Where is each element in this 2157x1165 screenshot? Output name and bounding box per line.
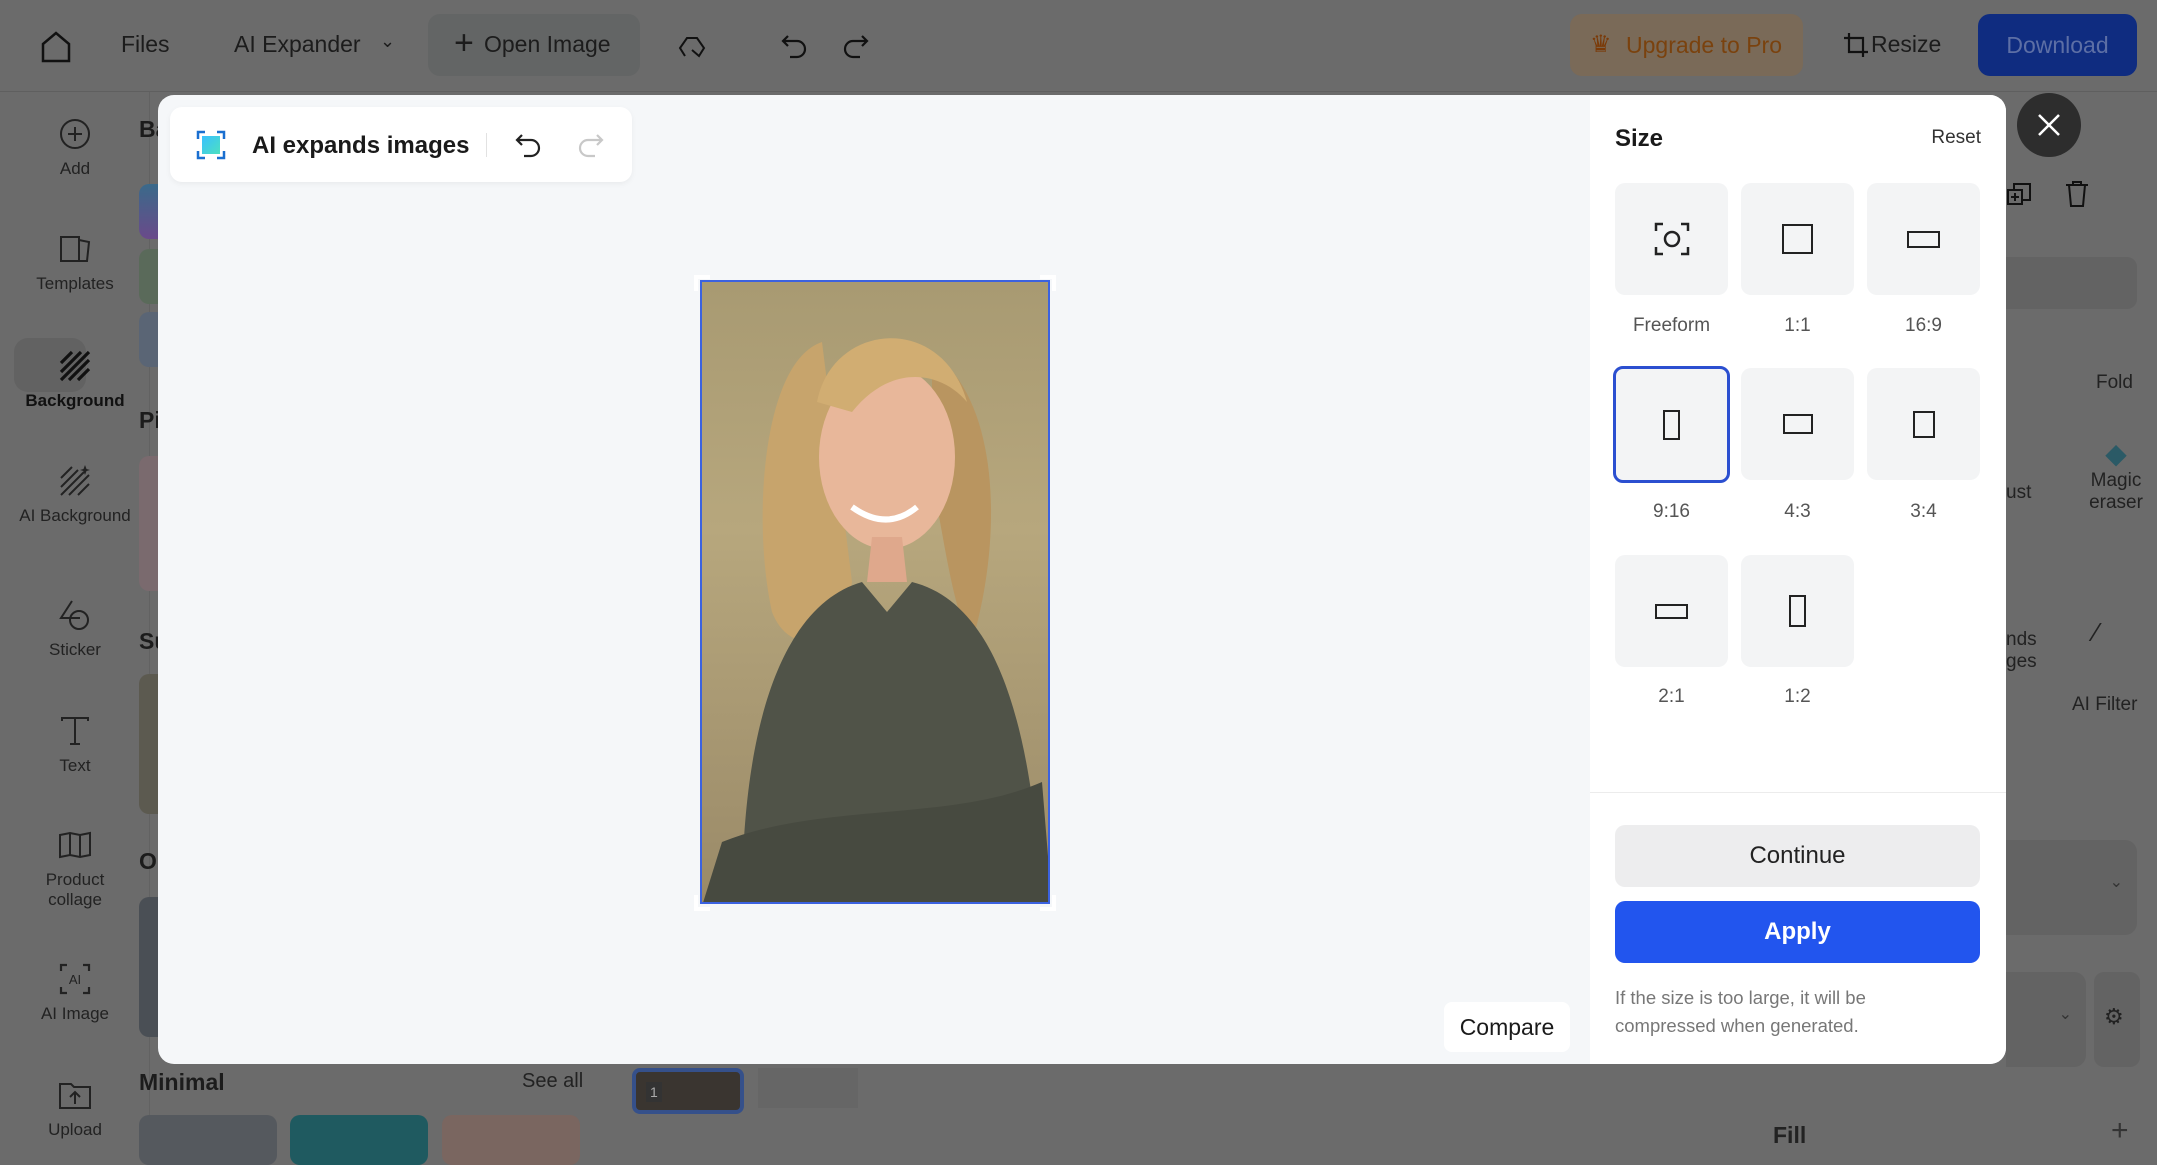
resize-handle-bottom-right[interactable] bbox=[1040, 895, 1056, 911]
fill-heading: Fill bbox=[1773, 1122, 1807, 1148]
ratio-3-4-icon bbox=[1912, 410, 1935, 438]
ratio-9-16-icon bbox=[1663, 409, 1680, 440]
ratio-4-3-icon bbox=[1782, 414, 1813, 434]
ai-expand-icon bbox=[196, 130, 226, 160]
thumbnail[interactable] bbox=[290, 1115, 428, 1165]
divider bbox=[1590, 792, 2006, 793]
size-note: If the size is too large, it will be com… bbox=[1615, 987, 1866, 1036]
ratio-1-1-icon bbox=[1782, 224, 1813, 254]
chevron-down-icon[interactable]: ⌄ bbox=[380, 31, 395, 52]
chevron-down-icon: ⌄ bbox=[2058, 1006, 2072, 1023]
ai-image-icon: AI bbox=[59, 963, 91, 995]
close-icon bbox=[2038, 114, 2060, 136]
home-icon[interactable] bbox=[40, 30, 72, 64]
svg-text:AI: AI bbox=[69, 972, 81, 987]
resize-handle-top-left[interactable] bbox=[694, 275, 710, 291]
text-icon bbox=[61, 717, 89, 745]
right-properties-panel: Fold ust ◆ Magic eraser nds ges ⁄ AI Fil… bbox=[1773, 92, 2157, 1149]
size-option-2-1[interactable] bbox=[1615, 555, 1728, 667]
size-heading: Size bbox=[1615, 125, 1664, 152]
sidebar-item-text[interactable]: Text bbox=[0, 714, 150, 776]
redo-icon[interactable] bbox=[842, 32, 870, 60]
templates-icon bbox=[60, 236, 91, 262]
sidebar-item-ai-background[interactable]: AI Background bbox=[0, 464, 150, 526]
size-option-1-2[interactable] bbox=[1741, 555, 1854, 667]
resize-button[interactable]: Resize bbox=[1843, 14, 1943, 76]
size-option-16-9[interactable] bbox=[1867, 183, 1980, 295]
add-page-placeholder[interactable] bbox=[758, 1068, 858, 1108]
page-thumbnail[interactable]: 1 bbox=[632, 1068, 744, 1114]
portrait-photo bbox=[703, 338, 1048, 902]
size-option-1-1[interactable] bbox=[1741, 183, 1854, 295]
modal-title: AI expands images bbox=[252, 132, 470, 159]
ai-expander-menu[interactable]: AI Expander bbox=[234, 31, 361, 58]
sidebar-item-product-collage[interactable]: Product collage bbox=[0, 828, 150, 910]
modal-header-card: AI expands images bbox=[170, 107, 632, 182]
resize-handle-bottom-left[interactable] bbox=[694, 895, 710, 911]
eraser-icon: ◆ bbox=[2105, 438, 2127, 469]
crown-icon: ♛ bbox=[1590, 31, 1612, 58]
sliders-icon: ⚙ bbox=[2104, 1004, 2124, 1029]
fold-button[interactable]: Fold bbox=[2096, 372, 2133, 394]
close-modal-button[interactable] bbox=[2017, 93, 2081, 157]
dropdown[interactable]: ⌄ bbox=[2006, 972, 2086, 1067]
ratio-2-1-icon bbox=[1655, 603, 1688, 619]
left-sidebar: Add Templates Background AI Background S… bbox=[0, 92, 150, 1149]
redo-icon[interactable] bbox=[577, 131, 605, 159]
open-image-button[interactable]: + Open Image bbox=[428, 14, 640, 76]
image-canvas[interactable] bbox=[700, 280, 1050, 904]
sidebar-item-templates[interactable]: Templates bbox=[0, 232, 150, 294]
chevron-down-icon: ⌄ bbox=[2109, 874, 2123, 891]
magic-wand-icon: ⁄ bbox=[2094, 617, 2099, 647]
sidebar-item-background[interactable]: Background bbox=[0, 349, 150, 411]
undo-icon[interactable] bbox=[514, 131, 542, 159]
see-all-link[interactable]: See all bbox=[522, 1070, 583, 1093]
freeform-icon bbox=[1654, 222, 1689, 256]
thumbnail[interactable] bbox=[139, 1115, 277, 1165]
undo-icon[interactable] bbox=[780, 32, 808, 60]
crop-icon bbox=[1844, 33, 1868, 57]
add-fill-icon[interactable]: + bbox=[2111, 1114, 2129, 1148]
sticker-icon bbox=[59, 600, 89, 630]
files-menu[interactable]: Files bbox=[121, 31, 170, 58]
ai-background-icon bbox=[60, 465, 90, 496]
sidebar-item-sticker[interactable]: Sticker bbox=[0, 598, 150, 660]
reset-button[interactable]: Reset bbox=[1931, 127, 1981, 149]
duplicate-icon[interactable] bbox=[2006, 182, 2032, 208]
sidebar-item-upload[interactable]: Upload bbox=[0, 1078, 150, 1140]
cloud-sync-icon[interactable] bbox=[677, 34, 707, 60]
plus-icon: + bbox=[454, 24, 474, 62]
size-option-9-16[interactable] bbox=[1613, 366, 1730, 483]
compare-button[interactable]: Compare bbox=[1444, 1002, 1570, 1052]
collage-icon bbox=[59, 831, 91, 859]
resize-handle-top-right[interactable] bbox=[1040, 275, 1056, 291]
size-option-4-3[interactable] bbox=[1741, 368, 1854, 480]
trash-icon[interactable] bbox=[2064, 180, 2090, 208]
plus-circle-icon bbox=[60, 119, 90, 149]
continue-button[interactable]: Continue bbox=[1615, 825, 1980, 887]
size-option-freeform[interactable] bbox=[1615, 183, 1728, 295]
background-icon bbox=[59, 350, 91, 382]
sidebar-item-add[interactable]: Add bbox=[0, 117, 150, 179]
upload-icon bbox=[59, 1083, 91, 1109]
sidebar-item-ai-image[interactable]: AI AI Image bbox=[0, 962, 150, 1024]
thumbnail[interactable] bbox=[442, 1115, 580, 1165]
top-toolbar: Files AI Expander ⌄ + Open Image ♛ Upgra… bbox=[0, 0, 2157, 92]
download-button[interactable]: Download bbox=[1978, 14, 2137, 76]
minimal-heading: Minimal bbox=[139, 1069, 225, 1095]
input-field[interactable] bbox=[2006, 257, 2137, 309]
apply-button[interactable]: Apply bbox=[1615, 901, 1980, 963]
upgrade-to-pro-button[interactable]: ♛ Upgrade to Pro bbox=[1570, 14, 1803, 76]
magic-eraser-tool[interactable]: ◆ Magic eraser bbox=[2061, 437, 2157, 514]
size-option-3-4[interactable] bbox=[1867, 368, 1980, 480]
ratio-1-2-icon bbox=[1789, 595, 1806, 627]
ratio-16-9-icon bbox=[1907, 230, 1940, 248]
ai-expand-modal: AI expands images Compare Size Reset Fre… bbox=[158, 95, 2006, 1064]
size-panel: Size Reset Freeform 1:1 16:9 9:16 4:3 3:… bbox=[1590, 95, 2006, 1064]
dropdown[interactable]: ⌄ bbox=[2006, 840, 2137, 935]
settings-sliders-button[interactable]: ⚙ bbox=[2094, 972, 2140, 1067]
divider bbox=[486, 133, 487, 157]
